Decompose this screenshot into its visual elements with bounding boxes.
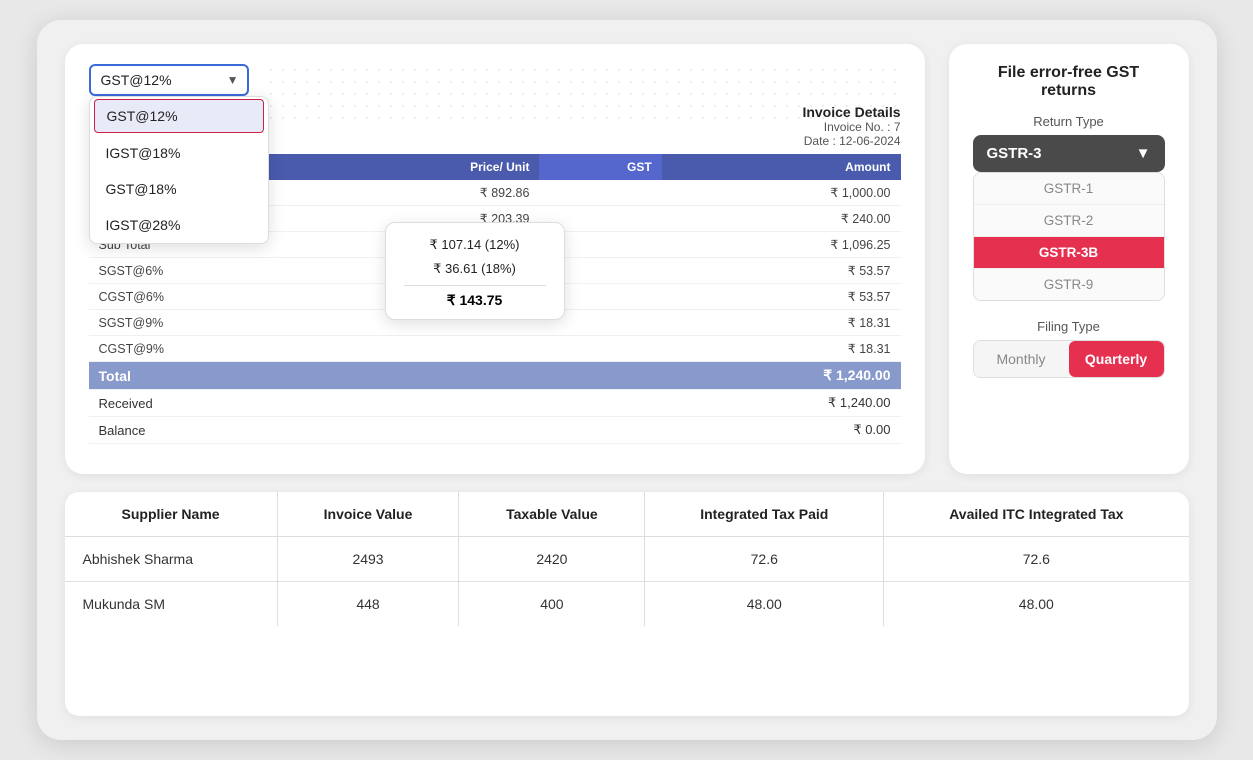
dropdown-item-igst18[interactable]: IGST@18% <box>90 135 268 171</box>
invoice-value-2: 448 <box>277 582 459 627</box>
integrated-tax-2: 48.00 <box>645 582 884 627</box>
return-option-gstr1[interactable]: GSTR-1 <box>974 173 1164 205</box>
gst-dropdown[interactable]: GST@12% IGST@18% GST@18% IGST@28% <box>89 64 249 96</box>
row1-amount: ₹ 1,000.00 <box>662 180 901 206</box>
gst-popup: ₹ 107.14 (12%) ₹ 36.61 (18%) ₹ 143.75 <box>385 222 565 320</box>
return-type-selected: GSTR-3 <box>987 145 1042 162</box>
col-header-gst: GST <box>539 154 661 180</box>
col-invoice-value: Invoice Value <box>277 492 459 537</box>
supplier-2: Mukunda SM <box>65 582 278 627</box>
data-table: Supplier Name Invoice Value Taxable Valu… <box>65 492 1189 626</box>
top-section: GST@12% IGST@18% GST@18% IGST@28% ▼ GST@… <box>65 44 1189 474</box>
return-option-gstr2[interactable]: GSTR-2 <box>974 205 1164 237</box>
return-type-menu[interactable]: GSTR-1 GSTR-2 GSTR-3B GSTR-9 <box>973 172 1165 301</box>
balance-row: Balance ₹ 0.00 <box>89 417 901 444</box>
availed-itc-1: 72.6 <box>884 537 1189 582</box>
quarterly-button[interactable]: Quarterly <box>1069 341 1164 377</box>
taxable-value-1: 2420 <box>459 537 645 582</box>
balance-s2 <box>539 417 661 444</box>
filing-type-buttons: Monthly Quarterly <box>973 340 1165 378</box>
received-amount: ₹ 1,240.00 <box>662 390 901 417</box>
col-header-price: Price/ Unit <box>322 154 539 180</box>
sgst6-label: SGST@6% <box>89 258 323 284</box>
received-s1 <box>322 390 539 417</box>
subtotal-amount: ₹ 1,096.25 <box>662 232 901 258</box>
return-option-gstr9[interactable]: GSTR-9 <box>974 269 1164 300</box>
sgst9-label: SGST@9% <box>89 310 323 336</box>
col-availed-itc: Availed ITC Integrated Tax <box>884 492 1189 537</box>
gst-popup-item-1: ₹ 107.14 (12%) <box>404 233 546 257</box>
col-header-amount: Amount <box>662 154 901 180</box>
row1-price: ₹ 892.86 <box>322 180 539 206</box>
cgst9-s1 <box>322 336 539 362</box>
balance-s1 <box>322 417 539 444</box>
col-integrated-tax: Integrated Tax Paid <box>645 492 884 537</box>
availed-itc-2: 48.00 <box>884 582 1189 627</box>
cgst9-label: CGST@9% <box>89 336 323 362</box>
received-row: Received ₹ 1,240.00 <box>89 390 901 417</box>
supplier-1: Abhishek Sharma <box>65 537 278 582</box>
table-row-abhishek: Abhishek Sharma 2493 2420 72.6 72.6 <box>65 537 1189 582</box>
balance-label: Balance <box>89 417 323 444</box>
sgst6-amount: ₹ 53.57 <box>662 258 901 284</box>
return-type-dropdown[interactable]: GSTR-3 ▼ <box>973 135 1165 172</box>
received-s2 <box>539 390 661 417</box>
cgst9-s2 <box>539 336 661 362</box>
filing-type-label: Filing Type <box>973 319 1165 334</box>
dropdown-item-gst18[interactable]: GST@18% <box>90 171 268 207</box>
gst-returns-title: File error-free GST returns <box>973 64 1165 100</box>
gst-popup-total: ₹ 143.75 <box>404 285 546 309</box>
gst-popup-item-2: ₹ 36.61 (18%) <box>404 257 546 281</box>
filing-type-section: Filing Type Monthly Quarterly <box>973 319 1165 378</box>
total-amount: ₹ 1,240.00 <box>662 362 901 390</box>
cgst9-row: CGST@9% ₹ 18.31 <box>89 336 901 362</box>
return-option-gstr3b[interactable]: GSTR-3B <box>974 237 1164 269</box>
row2-amount: ₹ 240.00 <box>662 206 901 232</box>
gst-returns-card: File error-free GST returns Return Type … <box>949 44 1189 474</box>
dropdown-item-gst12[interactable]: GST@12% <box>94 99 264 133</box>
col-supplier-name: Supplier Name <box>65 492 278 537</box>
return-type-section: Return Type GSTR-3 ▼ GSTR-1 GSTR-2 GSTR-… <box>973 114 1165 301</box>
cgst6-amount: ₹ 53.57 <box>662 284 901 310</box>
return-dropdown-arrow-icon: ▼ <box>1136 145 1151 162</box>
monthly-button[interactable]: Monthly <box>974 341 1069 377</box>
cgst9-amount: ₹ 18.31 <box>662 336 901 362</box>
gst-dropdown-wrapper[interactable]: GST@12% IGST@18% GST@18% IGST@28% ▼ GST@… <box>89 64 249 96</box>
gst-dropdown-menu[interactable]: GST@12% IGST@18% GST@18% IGST@28% <box>89 96 269 244</box>
invoice-value-1: 2493 <box>277 537 459 582</box>
table-row-mukunda: Mukunda SM 448 400 48.00 48.00 <box>65 582 1189 627</box>
table-header-row: Supplier Name Invoice Value Taxable Valu… <box>65 492 1189 537</box>
received-label: Received <box>89 390 323 417</box>
cgst6-label: CGST@6% <box>89 284 323 310</box>
col-taxable-value: Taxable Value <box>459 492 645 537</box>
row1-gst <box>539 180 661 206</box>
total-s2 <box>539 362 661 390</box>
invoice-card: GST@12% IGST@18% GST@18% IGST@28% ▼ GST@… <box>65 44 925 474</box>
taxable-value-2: 400 <box>459 582 645 627</box>
balance-amount: ₹ 0.00 <box>662 417 901 444</box>
total-label: Total <box>89 362 323 390</box>
return-type-label: Return Type <box>973 114 1165 129</box>
dropdown-item-igst28[interactable]: IGST@28% <box>90 207 268 243</box>
main-container: GST@12% IGST@18% GST@18% IGST@28% ▼ GST@… <box>37 20 1217 740</box>
integrated-tax-1: 72.6 <box>645 537 884 582</box>
sgst9-amount: ₹ 18.31 <box>662 310 901 336</box>
total-s1 <box>322 362 539 390</box>
total-row: Total ₹ 1,240.00 <box>89 362 901 390</box>
data-table-card: Supplier Name Invoice Value Taxable Valu… <box>65 492 1189 716</box>
